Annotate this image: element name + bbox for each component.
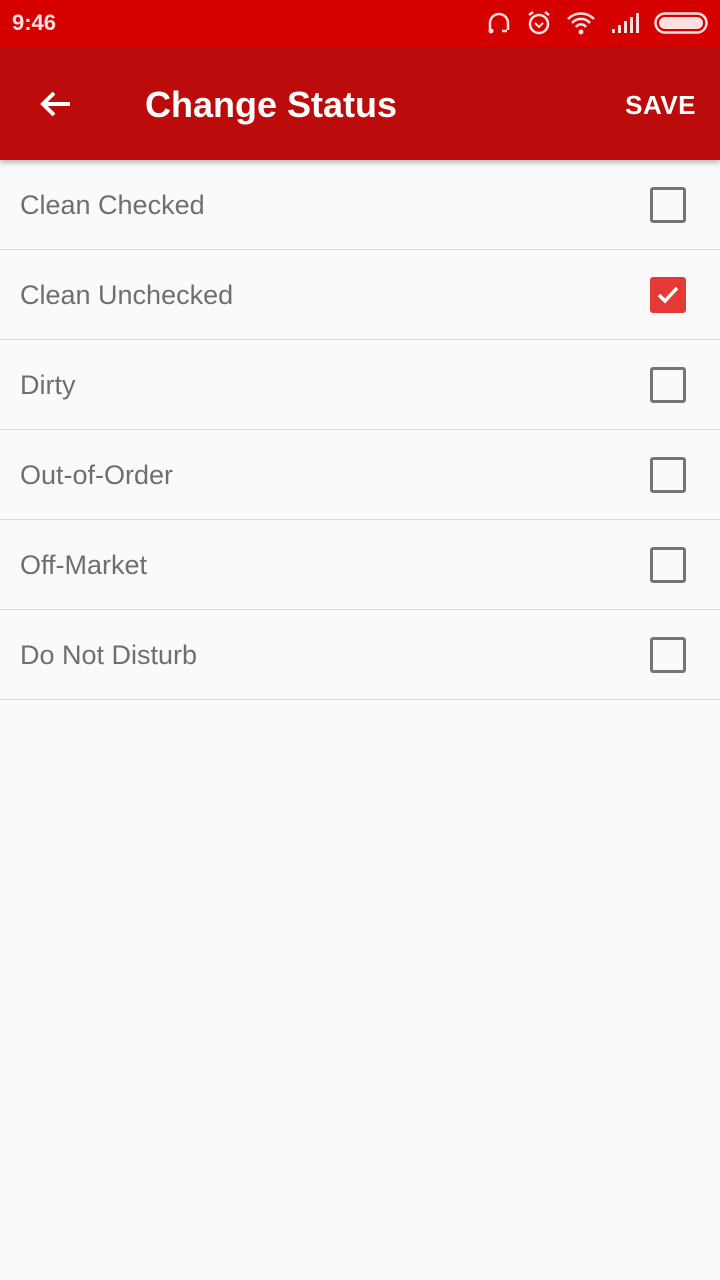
status-row-do-not-disturb[interactable]: Do Not Disturb [0, 610, 720, 700]
page-title: Change Status [145, 84, 398, 125]
headphones-icon [488, 12, 510, 34]
checkmark-icon [657, 286, 679, 304]
battery-icon [654, 12, 708, 34]
checkbox[interactable] [650, 367, 686, 403]
status-label: Off-Market [20, 550, 148, 580]
status-label: Dirty [20, 370, 76, 400]
status-row-out-of-order[interactable]: Out-of-Order [0, 430, 720, 520]
status-label: Do Not Disturb [20, 640, 198, 670]
status-row-clean-unchecked[interactable]: Clean Unchecked [0, 250, 720, 340]
status-row-dirty[interactable]: Dirty [0, 340, 720, 430]
arrow-left-icon[interactable] [36, 84, 76, 124]
wifi-icon [567, 12, 595, 35]
status-row-off-market[interactable]: Off-Market [0, 520, 720, 610]
alarm-icon [528, 11, 550, 35]
status-row-clean-checked[interactable]: Clean Checked [0, 160, 720, 250]
checkbox[interactable] [650, 457, 686, 493]
checkbox[interactable] [650, 547, 686, 583]
status-label: Clean Unchecked [20, 280, 234, 310]
status-time: 9:46 [12, 10, 57, 35]
status-label: Clean Checked [20, 190, 205, 220]
signal-icon [612, 13, 639, 33]
status-list: Clean Checked Clean Unchecked Dirty Out-… [0, 160, 720, 700]
status-label: Out-of-Order [20, 460, 174, 490]
app-bar: Change Status SAVE [0, 48, 720, 160]
checkbox[interactable] [650, 187, 686, 223]
status-bar: 9:46 [0, 0, 720, 48]
save-button[interactable]: SAVE [625, 90, 696, 121]
checkbox[interactable] [650, 637, 686, 673]
checkbox-checked[interactable] [650, 277, 686, 313]
